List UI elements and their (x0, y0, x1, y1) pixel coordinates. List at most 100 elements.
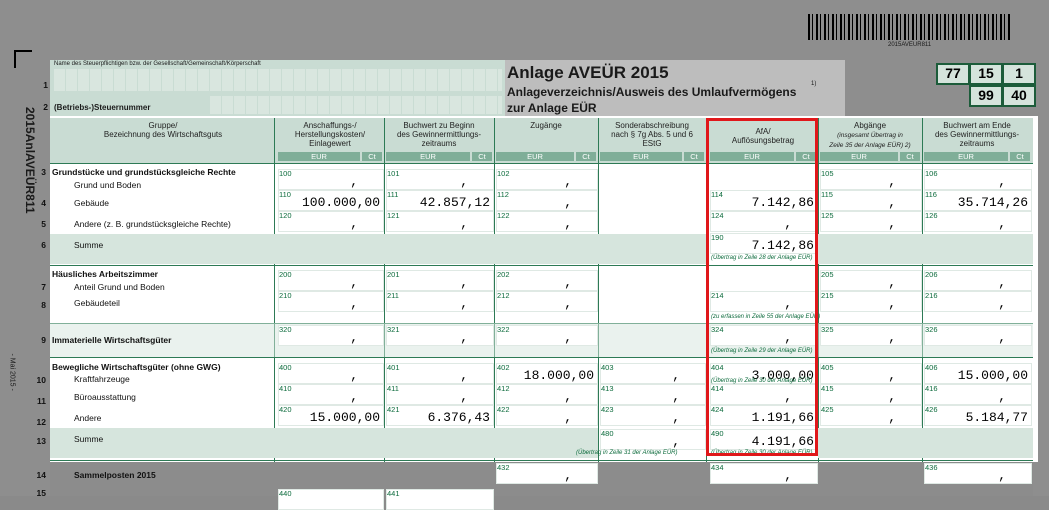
ct-label: Ct (1010, 152, 1030, 161)
field-value: , (888, 389, 896, 404)
field-value: 6.376,43 (427, 410, 490, 425)
corner-mark (14, 50, 16, 68)
field-value: , (460, 275, 468, 290)
field-value: , (564, 330, 572, 345)
row-number: 5 (41, 219, 46, 229)
col-header-bookvalue-start: Buchwert zu Beginn des Gewinnermittlungs-… (396, 121, 482, 148)
row-number: 15 (36, 488, 46, 498)
row-label: Gebäudeteil (74, 298, 120, 308)
field-value: 42.857,12 (419, 195, 490, 210)
field-value: , (888, 296, 896, 311)
eur-label: EUR (496, 152, 574, 161)
field-value: , (460, 216, 468, 231)
amount-field-441[interactable] (386, 489, 494, 510)
sum-row-bg (818, 428, 1033, 458)
row-number: 7 (41, 282, 46, 292)
row-number: 1 (43, 80, 48, 90)
field-value: 15.000,00 (309, 410, 380, 425)
field-value: , (350, 174, 358, 189)
field-value: , (564, 389, 572, 404)
field-value: , (888, 410, 896, 425)
field-value: , (564, 216, 572, 231)
field-value: , (460, 330, 468, 345)
field-code: 440 (279, 489, 292, 498)
field-value: , (888, 368, 896, 383)
field-value: , (564, 195, 572, 210)
row-number: 2 (43, 102, 48, 112)
field-value: , (888, 216, 896, 231)
form-title: Anlage AVEÜR 2015 (507, 63, 669, 82)
row-number: 10 (36, 375, 46, 385)
field-value: , (998, 330, 1006, 345)
ct-label: Ct (576, 152, 596, 161)
ct-label: Ct (362, 152, 382, 161)
corner-mark (14, 50, 32, 52)
field-value: , (998, 174, 1006, 189)
field-value: , (998, 389, 1006, 404)
section-label: Immaterielle Wirtschaftsgüter (52, 335, 172, 345)
col-header-cost: Anschaffungs-/Herstellungskosten/Einlage… (294, 121, 366, 148)
field-value: , (564, 410, 572, 425)
row-number: 9 (41, 335, 46, 345)
field-value: , (350, 216, 358, 231)
code-box: 99 (969, 85, 1003, 107)
row-label: Andere (z. B. grundstücksgleiche Rechte) (74, 219, 231, 229)
field-value: , (350, 296, 358, 311)
field-value: , (350, 330, 358, 345)
field-value: 15.000,00 (957, 368, 1028, 383)
row-number: 4 (41, 198, 46, 208)
field-value: , (888, 330, 896, 345)
field-value: , (564, 275, 572, 290)
field-value: , (672, 434, 680, 449)
col-header-additions: Zugänge (530, 121, 562, 130)
taxpayer-name-label: Name des Steuerpflichtigen bzw. der Gese… (54, 61, 261, 67)
col-header-disposals: Abgänge (insgesamt Übertrag in Zeile 35 de… (829, 121, 911, 149)
field-value: , (672, 389, 680, 404)
field-value: 35.714,26 (957, 195, 1028, 210)
section-label: Häusliches Arbeitszimmer (52, 269, 158, 279)
row-number: 12 (36, 417, 46, 427)
col-header-special-depreciation: Sonderabschreibung nach § 7g Abs. 5 und 6… (611, 121, 693, 148)
row-label: Kraftfahrzeuge (74, 374, 130, 384)
code-box: 1 (1002, 63, 1036, 85)
form-date-vertical: - Mai 2015 - (8, 353, 16, 391)
field-value: , (564, 296, 572, 311)
section-label: Grundstücke und grundstücksgleiche Recht… (52, 167, 236, 177)
field-value: , (998, 296, 1006, 311)
row-label: Gebäude (74, 198, 109, 208)
note: (Übertrag in Zeile 31 der Anlage EÜR) (576, 450, 678, 456)
row-label: Summe (74, 240, 104, 250)
highlight-afa-column (706, 118, 818, 456)
row-label: Anteil Grund und Boden (74, 282, 165, 292)
ct-label: Ct (900, 152, 920, 161)
row-number: 14 (36, 470, 46, 480)
eur-label: EUR (600, 152, 682, 161)
field-value: , (564, 468, 572, 483)
field-value: , (564, 174, 572, 189)
taxpayer-name-input[interactable] (54, 69, 502, 91)
code-box: 40 (1002, 85, 1036, 107)
field-value: , (460, 368, 468, 383)
sum-row-bg (50, 234, 706, 264)
tax-number-input[interactable] (210, 96, 502, 114)
ct-label: Ct (472, 152, 492, 161)
eur-label: EUR (924, 152, 1008, 161)
footnote-marker: 1) (811, 81, 817, 87)
col-header-bookvalue-end: Buchwert am Ende des Gewinnermittlungs-ze… (934, 121, 1020, 148)
field-value: , (888, 275, 896, 290)
col-header-group: Gruppe/Bezeichnung des Wirtschaftsguts (103, 121, 223, 139)
row-label: Summe (74, 434, 104, 444)
amount-field-440[interactable] (278, 489, 384, 510)
field-value: , (888, 174, 896, 189)
field-code: 441 (387, 489, 400, 498)
form-subtitle-2: zur Anlage EÜR (507, 101, 597, 115)
row-number: 3 (41, 167, 46, 177)
sum-row-bg (818, 234, 1033, 264)
row-number: 8 (41, 300, 46, 310)
field-value: , (460, 389, 468, 404)
field-value: , (460, 174, 468, 189)
field-value: , (350, 368, 358, 383)
row-label: Büroausstattung (74, 392, 136, 402)
barcode-number: 2015AVEUR811 (888, 42, 932, 48)
field-value: 18.000,00 (523, 368, 594, 383)
